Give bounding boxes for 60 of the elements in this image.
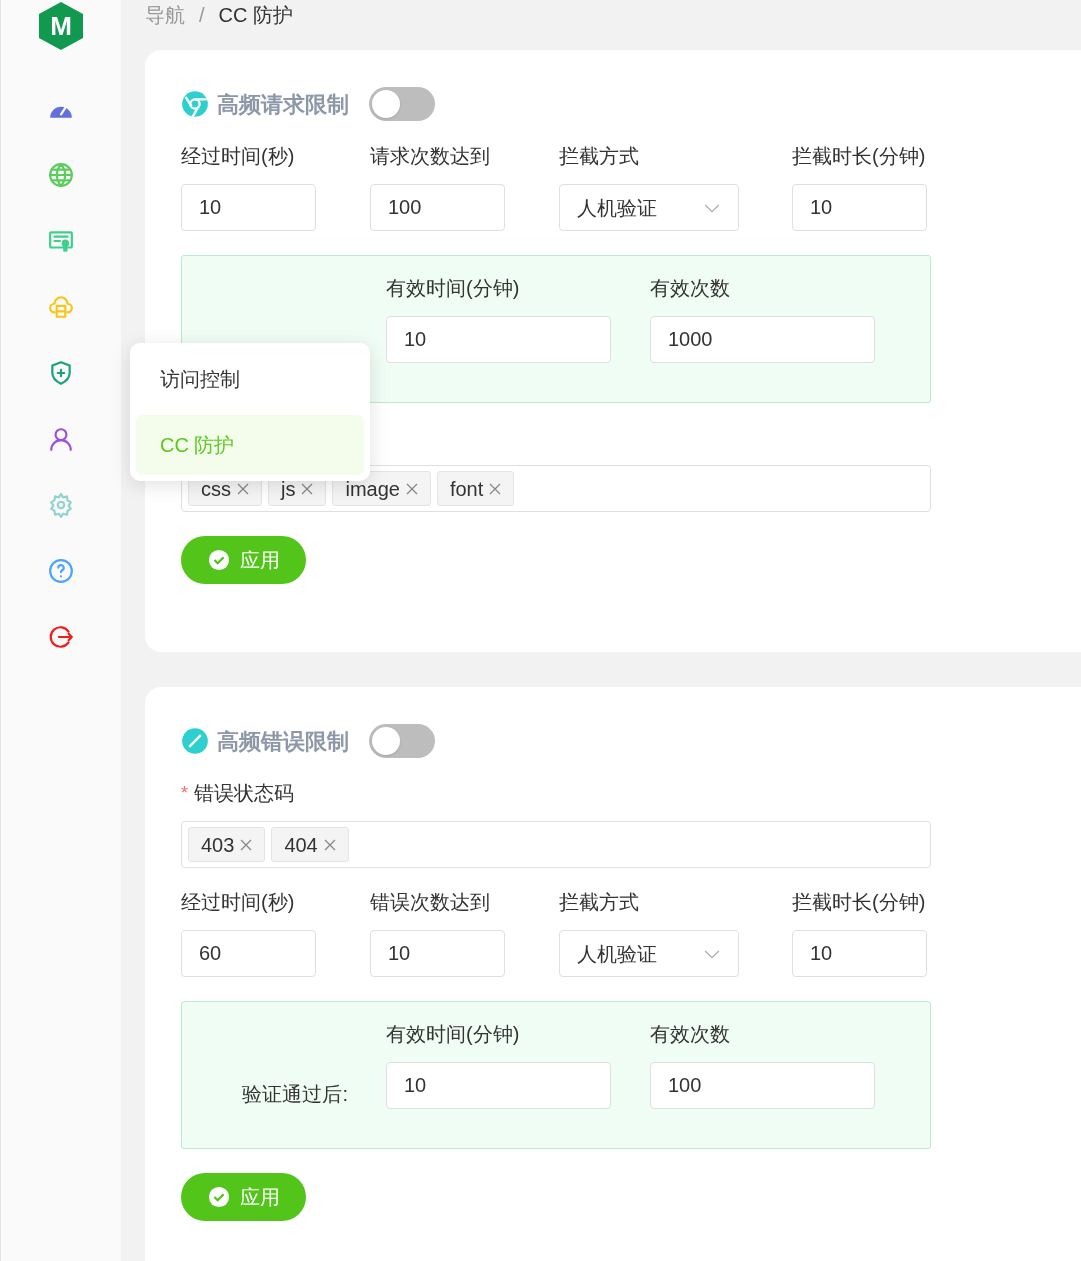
close-icon[interactable] [323,838,336,851]
tag-label: css [201,476,231,502]
field-label: 经过时间(秒) [181,144,296,169]
user-icon[interactable] [48,426,74,452]
toggle-switch[interactable] [369,87,435,121]
field-label: 有效时间(分钟) [386,276,521,301]
tag-label: font [449,476,484,502]
tag-input-field[interactable]: css js image font [181,465,931,512]
logout-icon[interactable] [48,624,74,650]
select-field[interactable]: 人机验证 [559,184,739,231]
menu-item[interactable]: 访问控制 [136,349,364,409]
close-icon[interactable] [237,482,249,495]
close-icon[interactable] [405,482,418,495]
field-label: 拦截时长(分钟) [792,890,927,915]
shield-icon[interactable] [48,360,74,386]
field-label: 有效时间(分钟) [386,1022,521,1047]
input-field[interactable]: 10 [386,316,611,363]
close-icon[interactable] [489,482,502,495]
check-circle-icon [207,1186,230,1208]
chrome-icon [181,90,209,118]
input-field[interactable]: 10 [370,930,505,977]
tag-label: js [281,476,296,502]
close-icon[interactable] [301,482,314,495]
field-label: 经过时间(秒) [181,890,296,915]
input-field[interactable]: 100 [650,1062,875,1109]
input-field[interactable]: 60 [181,930,316,977]
field-label: 有效次数 [650,1022,731,1047]
input-field[interactable]: 10 [181,184,316,231]
slash-circle-icon [181,727,209,755]
logo[interactable]: M [39,2,83,50]
input-field[interactable]: 10 [386,1062,611,1109]
field-label: 拦截方式 [559,144,640,169]
close-icon[interactable] [240,838,253,851]
field-label: 请求次数达到 [370,144,491,169]
required-mark: * [181,781,188,805]
input-field[interactable]: 10 [792,184,927,231]
select-field[interactable]: 人机验证 [559,930,739,977]
input-field[interactable]: 10 [792,930,927,977]
field-label: 验证通过后: [242,1082,348,1107]
breadcrumb-item: CC 防护 [218,3,293,28]
field-label: 错误状态码 [194,781,294,806]
field-label: 拦截方式 [559,890,640,915]
field-label: 拦截时长(分钟) [792,144,927,169]
toggle-switch[interactable] [369,724,435,758]
input-field[interactable]: 100 [370,184,505,231]
certificate-icon[interactable] [48,228,74,254]
tag-label: 403 [201,832,235,858]
globe-icon[interactable] [48,162,74,188]
input-field[interactable]: 1000 [650,316,875,363]
field-label: 错误次数达到 [370,890,491,915]
help-icon[interactable] [48,558,74,584]
check-circle-icon [207,549,230,571]
section-title: 高频错误限制 [217,727,349,756]
breadcrumb-separator: / [199,3,205,28]
tag-label: image [345,476,400,502]
settings-icon[interactable] [48,492,74,518]
field-label: 有效次数 [650,276,731,301]
tag-input-field[interactable]: 403 404 [181,821,931,868]
section-title: 高频请求限制 [217,90,349,119]
tag-label: 404 [284,832,318,858]
